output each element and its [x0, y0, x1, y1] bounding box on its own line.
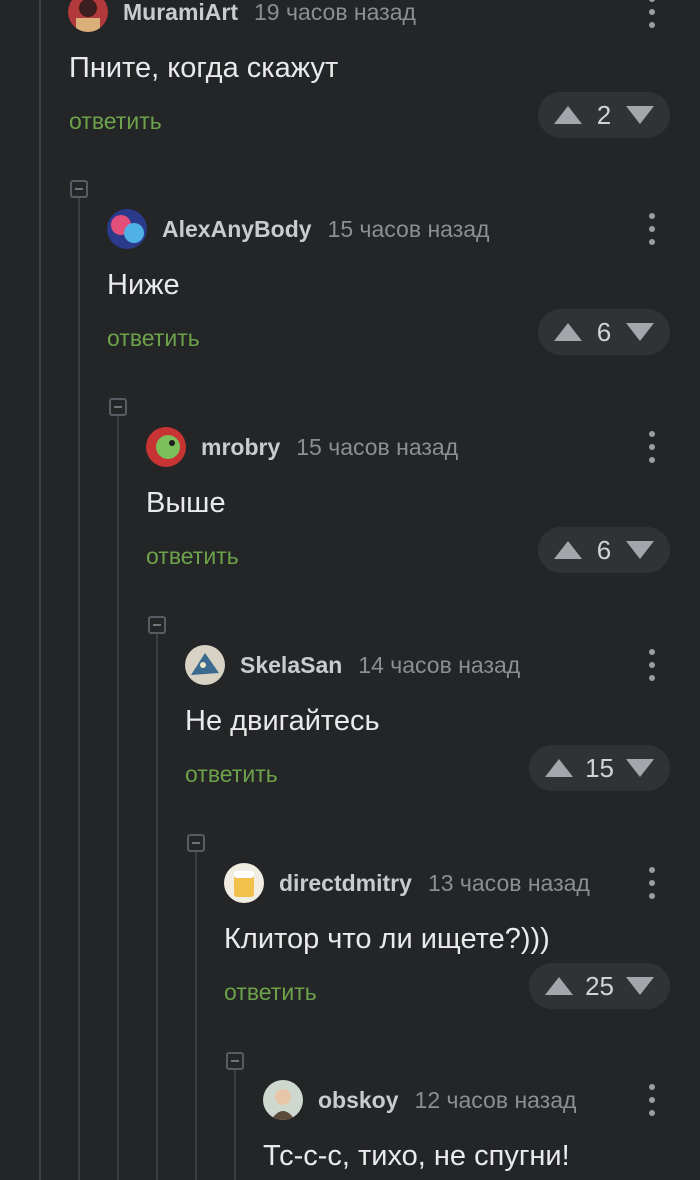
reply-link[interactable]: ответить [69, 108, 162, 135]
more-options-icon[interactable] [646, 1084, 658, 1116]
downvote-icon[interactable] [626, 541, 654, 559]
avatar[interactable] [107, 209, 147, 249]
comment-text: Тс-с-с, тихо, не спугни! [263, 1140, 570, 1172]
collapse-thread-button[interactable] [109, 398, 127, 416]
comment-time[interactable]: 12 часов назад [415, 1087, 577, 1114]
author-name[interactable]: directdmitry [279, 870, 412, 897]
more-options-icon[interactable] [646, 867, 658, 899]
reply-link[interactable]: ответить [146, 543, 239, 570]
vote-score: 6 [596, 534, 612, 565]
comment-time[interactable]: 15 часов назад [296, 434, 458, 461]
more-options-icon[interactable] [646, 0, 658, 28]
reply-link[interactable]: ответить [224, 979, 317, 1006]
comment-text: Клитор что ли ищете?))) [224, 923, 550, 955]
comment-text: Ниже [107, 269, 180, 301]
author-name[interactable]: AlexAnyBody [162, 216, 312, 243]
avatar[interactable] [224, 863, 264, 903]
comment-time[interactable]: 14 часов назад [358, 652, 520, 679]
collapse-thread-button[interactable] [148, 616, 166, 634]
upvote-icon[interactable] [554, 106, 582, 124]
author-name[interactable]: obskoy [318, 1087, 399, 1114]
avatar[interactable] [146, 427, 186, 467]
more-options-icon[interactable] [646, 649, 658, 681]
collapse-thread-button[interactable] [187, 834, 205, 852]
avatar[interactable] [263, 1080, 303, 1120]
downvote-icon[interactable] [626, 323, 654, 341]
avatar-muramiart [68, 0, 108, 32]
vote-pill: 25 [529, 963, 670, 1009]
more-options-icon[interactable] [646, 431, 658, 463]
reply-link[interactable]: ответить [185, 761, 278, 788]
thread-line [117, 416, 119, 1180]
upvote-icon[interactable] [554, 323, 582, 341]
vote-pill: 2 [538, 92, 670, 138]
avatar[interactable] [185, 645, 225, 685]
downvote-icon[interactable] [626, 977, 654, 995]
comment-text: Не двигайтесь [185, 705, 380, 737]
vote-score: 25 [585, 970, 614, 1001]
vote-score: 2 [596, 99, 612, 130]
thread-line [78, 198, 80, 1180]
downvote-icon[interactable] [626, 759, 654, 777]
vote-pill: 6 [538, 527, 670, 573]
upvote-icon[interactable] [554, 541, 582, 559]
upvote-icon[interactable] [545, 977, 574, 995]
downvote-icon[interactable] [626, 106, 654, 124]
comment-text: Пните, когда скажут [69, 52, 339, 84]
vote-pill: 15 [529, 745, 670, 791]
upvote-icon[interactable] [545, 759, 574, 777]
avatar-mrobry [146, 427, 186, 467]
thread-line [234, 1070, 236, 1180]
thread-line [156, 634, 158, 1180]
thread-line [39, 0, 41, 1180]
more-options-icon[interactable] [646, 213, 658, 245]
author-name[interactable]: MuramiArt [123, 0, 238, 26]
comment-text: Выше [146, 487, 226, 519]
reply-link[interactable]: ответить [107, 325, 200, 352]
author-name[interactable]: mrobry [201, 434, 280, 461]
comment-time[interactable]: 15 часов назад [328, 216, 490, 243]
avatar-skelasan [185, 645, 225, 685]
collapse-thread-button[interactable] [70, 180, 88, 198]
comment-time[interactable]: 19 часов назад [254, 0, 416, 26]
vote-score: 6 [596, 316, 612, 347]
avatar-alexanybody [107, 209, 147, 249]
thread-line [195, 852, 197, 1180]
vote-pill: 6 [538, 309, 670, 355]
avatar-obskoy [263, 1080, 303, 1120]
comment-time[interactable]: 13 часов назад [428, 870, 590, 897]
vote-score: 15 [585, 752, 614, 783]
collapse-thread-button[interactable] [226, 1052, 244, 1070]
avatar[interactable] [68, 0, 108, 32]
avatar-directdmitry [224, 863, 264, 903]
author-name[interactable]: SkelaSan [240, 652, 342, 679]
